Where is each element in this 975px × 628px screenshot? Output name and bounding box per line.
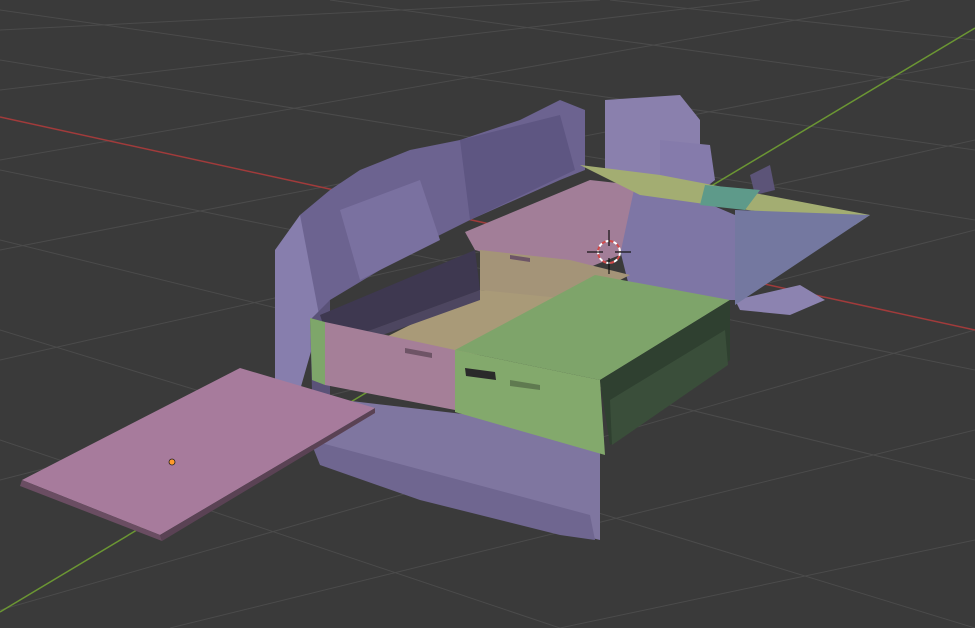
- viewport-canvas[interactable]: [0, 0, 975, 628]
- object-origin-dot: [168, 458, 176, 466]
- 3d-viewport[interactable]: [0, 0, 975, 628]
